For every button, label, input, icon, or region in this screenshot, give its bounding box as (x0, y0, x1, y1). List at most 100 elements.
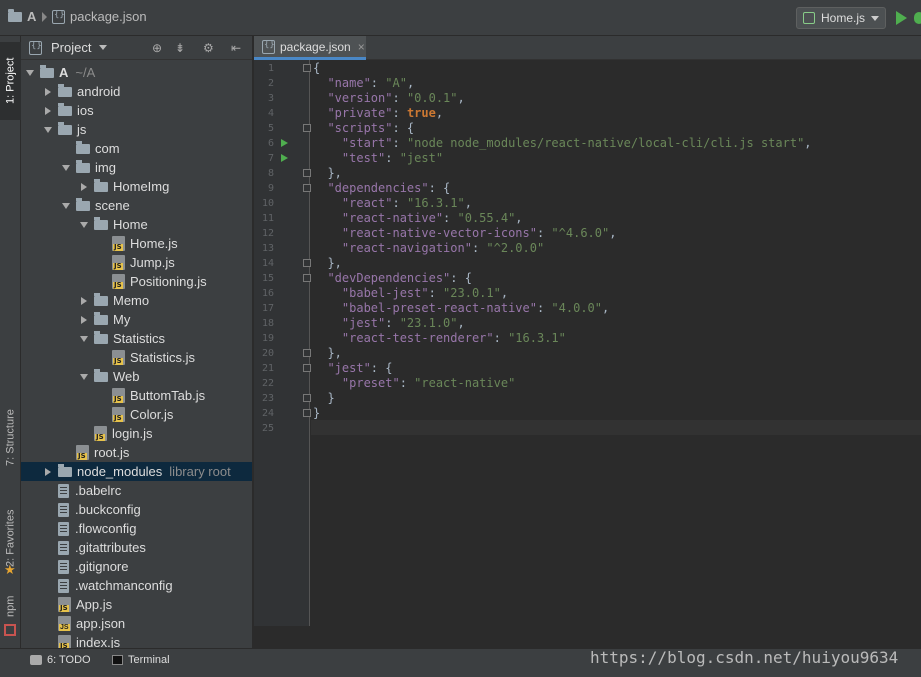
close-icon[interactable]: × (358, 40, 365, 54)
fold-marker-icon[interactable] (303, 409, 311, 417)
fold-marker-icon[interactable] (303, 184, 311, 192)
code-token: "^2.0.0" (486, 241, 545, 255)
breadcrumb-file[interactable]: package.json (52, 9, 147, 24)
run-configuration-select[interactable]: Home.js (796, 7, 886, 29)
tree-item[interactable]: Positioning.js (21, 272, 252, 291)
tree-item[interactable]: Jump.js (21, 253, 252, 272)
collapse-icon[interactable]: ⇟ (175, 41, 185, 55)
chevron-down-icon[interactable] (43, 125, 53, 135)
project-view-select[interactable]: Project (51, 40, 91, 55)
code-token: "babel-preset-react-native" (313, 301, 537, 315)
line-number: 5 (267, 123, 274, 134)
tab-structure[interactable]: 7: Structure (0, 398, 21, 478)
tree-item-label: Statistics (113, 331, 166, 346)
code-token: : { (428, 181, 451, 195)
chevron-down-icon[interactable] (79, 334, 89, 344)
folder-icon (58, 463, 72, 477)
code-editor[interactable]: { "name": "A", "version": "0.0.1", "priv… (311, 60, 921, 626)
gear-icon[interactable]: ⚙ (203, 41, 214, 55)
tree-item[interactable]: HomeImg (21, 177, 252, 196)
code-token: "react-native" (414, 376, 516, 390)
chevron-right-icon[interactable] (43, 87, 53, 97)
chevron-down-icon[interactable] (99, 45, 108, 50)
tree-item[interactable]: Web (21, 367, 252, 386)
code-token: : { (450, 271, 472, 285)
tree-item[interactable]: com (21, 139, 252, 158)
tree-item[interactable]: login.js (21, 424, 252, 443)
chevron-right-icon[interactable] (43, 106, 53, 116)
ide-window: A package.json Home.js 1: Project 7: Str… (0, 0, 921, 677)
locate-icon[interactable]: ⊕ (152, 41, 162, 55)
tree-item[interactable]: node_modules library root (21, 462, 252, 481)
tree-item[interactable]: img (21, 158, 252, 177)
tree-item[interactable]: ios (21, 101, 252, 120)
line-number: 15 (261, 273, 274, 284)
code-line: "react": "16.3.1", (313, 196, 472, 211)
tree-item[interactable]: scene (21, 196, 252, 215)
tree-item-label: Home.js (130, 236, 178, 251)
tool-window-strip: 1: Project 7: Structure 2: Favorites ★ n… (0, 36, 21, 648)
run-button[interactable] (896, 11, 907, 25)
tree-item[interactable]: index.js (21, 633, 252, 648)
code-line: "babel-preset-react-native": "4.0.0", (313, 301, 609, 316)
tab-terminal[interactable]: Terminal (112, 654, 170, 666)
chevron-down-icon[interactable] (25, 68, 35, 78)
fold-marker-icon[interactable] (303, 349, 311, 357)
fold-marker-icon[interactable] (303, 124, 311, 132)
breadcrumb-project[interactable]: A (8, 8, 53, 24)
tree-item[interactable]: android (21, 82, 252, 101)
code-line: "private": true, (313, 106, 443, 121)
tree-item[interactable]: Color.js (21, 405, 252, 424)
code-line: "devDependencies": { (313, 271, 472, 286)
chevron-right-icon[interactable] (79, 182, 89, 192)
code-token: "0.55.4" (457, 211, 516, 225)
line-number: 20 (261, 348, 274, 359)
tree-item-label: app.json (76, 616, 126, 631)
tree-item[interactable]: Statistics.js (21, 348, 252, 367)
fold-marker-icon[interactable] (303, 169, 311, 177)
fold-marker-icon[interactable] (303, 274, 311, 282)
tab-project[interactable]: 1: Project (0, 42, 21, 120)
tree-item[interactable]: app.json (21, 614, 252, 633)
tab-npm[interactable]: npm (0, 588, 21, 624)
tree-item[interactable]: App.js (21, 595, 252, 614)
editor-tab-package-json[interactable]: package.json × (254, 36, 366, 60)
tree-item[interactable]: Memo (21, 291, 252, 310)
code-token: , (464, 196, 472, 210)
chevron-down-icon[interactable] (61, 163, 71, 173)
tree-item[interactable]: Home.js (21, 234, 252, 253)
chevron-down-icon[interactable] (61, 201, 71, 211)
tree-item[interactable]: Statistics (21, 329, 252, 348)
code-token: "16.3.1" (508, 331, 566, 345)
run-script-icon[interactable] (281, 139, 288, 147)
code-token: : (536, 301, 552, 315)
tree-item[interactable]: .babelrc (21, 481, 252, 500)
hide-panel-icon[interactable]: ⇤ (231, 41, 241, 55)
debug-button[interactable] (914, 12, 921, 24)
chevron-right-icon[interactable] (79, 315, 89, 325)
chevron-down-icon[interactable] (79, 220, 89, 230)
tree-item[interactable]: ButtomTab.js (21, 386, 252, 405)
chevron-right-icon[interactable] (43, 467, 53, 477)
tree-item[interactable]: .buckconfig (21, 500, 252, 519)
folder-icon (76, 159, 90, 173)
tree-item[interactable]: .flowconfig (21, 519, 252, 538)
tree-item[interactable]: .gitignore (21, 557, 252, 576)
tree-item[interactable]: .gitattributes (21, 538, 252, 557)
tree-item[interactable]: root.js (21, 443, 252, 462)
run-script-icon[interactable] (281, 154, 288, 162)
fold-marker-icon[interactable] (303, 364, 311, 372)
tree-item[interactable]: Home (21, 215, 252, 234)
fold-marker-icon[interactable] (303, 64, 311, 72)
tree-item[interactable]: js (21, 120, 252, 139)
fold-marker-icon[interactable] (303, 259, 311, 267)
tree-item[interactable]: .watchmanconfig (21, 576, 252, 595)
fold-marker-icon[interactable] (303, 394, 311, 402)
tree-item[interactable]: A ~/A (21, 63, 252, 82)
chevron-right-icon[interactable] (79, 296, 89, 306)
code-token: : (385, 151, 400, 165)
chevron-down-icon[interactable] (79, 372, 89, 382)
tab-todo[interactable]: 6: TODO (30, 654, 91, 666)
tab-todo-label: 6: TODO (47, 654, 91, 666)
tree-item[interactable]: My (21, 310, 252, 329)
